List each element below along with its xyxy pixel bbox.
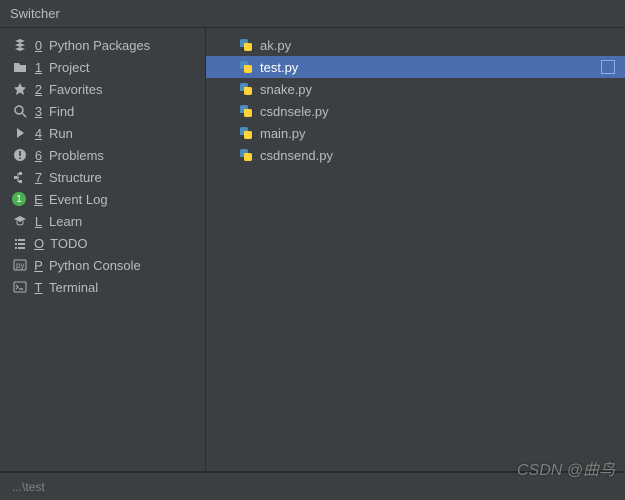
tool-label: Problems	[49, 148, 104, 163]
svg-text:py: py	[16, 261, 24, 270]
tool-item-find[interactable]: 3 Find	[0, 100, 205, 122]
tool-item-structure[interactable]: 7 Structure	[0, 166, 205, 188]
tool-item-project[interactable]: 1 Project	[0, 56, 205, 78]
python-console-icon: py	[12, 257, 28, 273]
titlebar: Switcher	[0, 0, 625, 28]
python-file-icon	[238, 37, 254, 53]
switcher-panel: 0 Python Packages 1 Project 2 Favorites 3 Find 4…	[0, 28, 625, 472]
gutter-icon	[216, 37, 232, 53]
file-item[interactable]: snake.py	[206, 78, 625, 100]
find-icon	[12, 103, 28, 119]
python-packages-icon	[12, 37, 28, 53]
tool-label: Python Packages	[49, 38, 150, 53]
file-item[interactable]: csdnsend.py	[206, 144, 625, 166]
tool-label: Event Log	[49, 192, 108, 207]
shortcut-key: 4	[34, 126, 43, 141]
tool-label: Find	[49, 104, 74, 119]
tool-item-python-console[interactable]: py P Python Console	[0, 254, 205, 276]
tool-windows-list: 0 Python Packages 1 Project 2 Favorites 3 Find 4…	[0, 28, 206, 471]
file-name: ak.py	[260, 38, 291, 53]
gutter-icon	[216, 125, 232, 141]
python-file-icon	[238, 125, 254, 141]
tool-label: Project	[49, 60, 89, 75]
tool-label: TODO	[50, 236, 87, 251]
tool-item-terminal[interactable]: T Terminal	[0, 276, 205, 298]
favorites-icon	[12, 81, 28, 97]
file-item[interactable]: main.py	[206, 122, 625, 144]
event-log-badge: 1	[12, 192, 26, 206]
shortcut-key: T	[34, 280, 43, 295]
file-name: csdnsend.py	[260, 148, 333, 163]
project-icon	[12, 59, 28, 75]
terminal-icon	[12, 279, 28, 295]
status-path: ...\test	[12, 480, 45, 494]
problems-icon	[12, 147, 28, 163]
shortcut-key: 0	[34, 38, 43, 53]
python-file-icon	[238, 81, 254, 97]
file-name: snake.py	[260, 82, 312, 97]
gutter-icon	[216, 147, 232, 163]
structure-icon	[12, 169, 28, 185]
tool-label: Structure	[49, 170, 102, 185]
tool-item-favorites[interactable]: 2 Favorites	[0, 78, 205, 100]
python-file-icon	[238, 103, 254, 119]
run-icon	[12, 125, 28, 141]
file-item[interactable]: test.py	[206, 56, 625, 78]
shortcut-key: 3	[34, 104, 43, 119]
shortcut-key: 7	[34, 170, 43, 185]
event-log-icon: 1	[12, 191, 28, 207]
tool-item-event-log[interactable]: 1E Event Log	[0, 188, 205, 210]
tool-item-python-packages[interactable]: 0 Python Packages	[0, 34, 205, 56]
shortcut-key: 2	[34, 82, 43, 97]
pin-icon[interactable]	[601, 60, 615, 74]
window-title: Switcher	[10, 6, 60, 21]
file-name: test.py	[260, 60, 298, 75]
shortcut-key: P	[34, 258, 43, 273]
gutter-icon	[216, 59, 232, 75]
tool-item-todo[interactable]: O TODO	[0, 232, 205, 254]
python-file-icon	[238, 147, 254, 163]
tool-label: Terminal	[49, 280, 98, 295]
tool-item-learn[interactable]: L Learn	[0, 210, 205, 232]
shortcut-key: 6	[34, 148, 43, 163]
python-file-icon	[238, 59, 254, 75]
file-item[interactable]: ak.py	[206, 34, 625, 56]
tool-label: Learn	[49, 214, 82, 229]
tool-label: Favorites	[49, 82, 102, 97]
file-name: main.py	[260, 126, 306, 141]
open-files-list: ak.py test.py snake.py csdnsele.py main.py cs…	[206, 28, 625, 471]
tool-label: Run	[49, 126, 73, 141]
gutter-icon	[216, 103, 232, 119]
watermark: CSDN @曲鸟	[517, 456, 615, 480]
shortcut-key: E	[34, 192, 43, 207]
learn-icon	[12, 213, 28, 229]
shortcut-key: 1	[34, 60, 43, 75]
file-item[interactable]: csdnsele.py	[206, 100, 625, 122]
shortcut-key: O	[34, 236, 44, 251]
file-name: csdnsele.py	[260, 104, 329, 119]
shortcut-key: L	[34, 214, 43, 229]
tool-label: Python Console	[49, 258, 141, 273]
gutter-icon	[216, 81, 232, 97]
tool-item-problems[interactable]: 6 Problems	[0, 144, 205, 166]
todo-icon	[12, 235, 28, 251]
tool-item-run[interactable]: 4 Run	[0, 122, 205, 144]
